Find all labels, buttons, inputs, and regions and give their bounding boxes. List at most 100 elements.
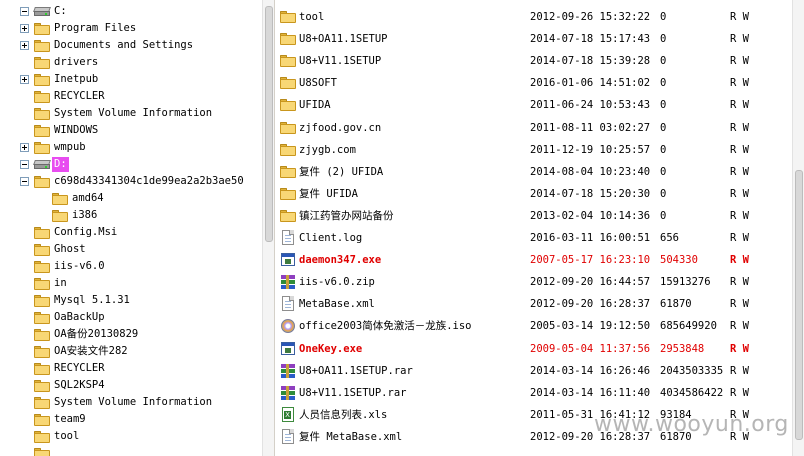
file-name: U8+V11.1SETUP.rar bbox=[299, 386, 407, 399]
folder-icon bbox=[52, 210, 68, 222]
tree-folder-item[interactable]: Documents and Settings bbox=[0, 37, 262, 54]
tree-folder-item[interactable]: SQL2KSP4 bbox=[0, 377, 262, 394]
expand-icon[interactable] bbox=[20, 143, 29, 152]
file-name: 镇江药管办网站备份 bbox=[299, 209, 394, 222]
tree-folder-item[interactable]: team9 bbox=[0, 411, 262, 428]
tree-folder-item[interactable]: OA备份20130829 bbox=[0, 326, 262, 343]
file-attributes: R W bbox=[730, 209, 749, 222]
tree-item-label: team9 bbox=[54, 413, 86, 425]
file-list-row[interactable]: 镇江药管办网站备份 2013-02-04 10:14:36 0 R W bbox=[276, 205, 792, 227]
file-list-row[interactable]: OneKey.exe 2009-05-04 11:37:56 2953848 R W bbox=[276, 338, 792, 360]
tree-folder-item[interactable]: Mysql 5.1.31 bbox=[0, 292, 262, 309]
spreadsheet-icon: X bbox=[280, 406, 296, 423]
tree-folder-item[interactable]: i386 bbox=[0, 207, 262, 224]
file-list-row[interactable]: iis-v6.0.zip 2012-09-20 16:44:57 15913276 R… bbox=[276, 271, 792, 293]
tree-folder-item[interactable]: iis-v6.0 bbox=[0, 258, 262, 275]
tree-folder-item[interactable]: Ghost bbox=[0, 241, 262, 258]
file-list-row[interactable]: tool 2012-09-26 15:32:22 0 R W bbox=[276, 6, 792, 28]
tree-folder-item[interactable]: System Volume Information bbox=[0, 105, 262, 122]
collapse-icon[interactable] bbox=[20, 177, 29, 186]
tree-folder-item[interactable]: Config.Msi bbox=[0, 224, 262, 241]
tree-folder-item[interactable]: OaBackUp bbox=[0, 309, 262, 326]
folder-icon bbox=[280, 97, 296, 113]
file-list-row[interactable]: office2003简体免激活－龙族.iso 2005-03-14 19:12:5… bbox=[276, 315, 792, 337]
file-attributes: R W bbox=[730, 254, 749, 267]
file-attributes: R W bbox=[730, 342, 749, 355]
tree-folder-item[interactable]: wmpub bbox=[0, 139, 262, 156]
tree-item-label bbox=[52, 446, 56, 456]
folder-icon bbox=[34, 74, 50, 86]
tree-item-label: Inetpub bbox=[54, 73, 99, 85]
folder-icon bbox=[34, 23, 50, 35]
tree-folder-item[interactable]: WINDOWS bbox=[0, 122, 262, 139]
file-list-row[interactable]: 复件 (2) UFIDA 2014-08-04 10:23:40 0 R W bbox=[276, 161, 792, 183]
list-scrollbar[interactable] bbox=[792, 0, 804, 456]
tree-item-label: OA备份20130829 bbox=[54, 328, 139, 340]
tree-item-label: Config.Msi bbox=[54, 226, 118, 238]
tree-item-label: System Volume Information bbox=[54, 396, 213, 408]
tree-folder-item[interactable]: RECYCLER bbox=[0, 360, 262, 377]
tree-drive-item[interactable]: C: bbox=[0, 3, 262, 20]
tree-folder-item[interactable]: Program Files bbox=[0, 20, 262, 37]
tree-folder-item[interactable]: tool bbox=[0, 428, 262, 445]
tree-folder-item[interactable]: OA安装文件282 bbox=[0, 343, 262, 360]
tree-folder-item[interactable]: Inetpub bbox=[0, 71, 262, 88]
file-name: OneKey.exe bbox=[299, 342, 363, 355]
file-attributes: R W bbox=[730, 165, 749, 178]
file-size: 685649920 bbox=[660, 320, 717, 333]
file-list-row[interactable]: U8+V11.1SETUP 2014-07-18 15:39:28 0 R W bbox=[276, 50, 792, 72]
document-icon bbox=[280, 428, 296, 445]
tree-item-label: WINDOWS bbox=[54, 124, 99, 136]
file-list-row[interactable]: zjygb.com 2011-12-19 10:25:57 0 R W bbox=[276, 139, 792, 161]
tree-folder-item[interactable]: in bbox=[0, 275, 262, 292]
file-list-row[interactable]: 复件 UFIDA 2014-07-18 15:20:30 0 R W bbox=[276, 183, 792, 205]
tree-folder-item[interactable]: drivers bbox=[0, 54, 262, 71]
file-list-row[interactable]: UFIDA 2011-06-24 10:53:43 0 R W bbox=[276, 94, 792, 116]
tree-item-label: in bbox=[54, 277, 67, 289]
tree-drive-item[interactable]: D: bbox=[0, 156, 262, 173]
file-name: tool bbox=[299, 11, 325, 23]
file-attributes: R W bbox=[730, 232, 749, 244]
file-list-row[interactable]: Client.log 2016-03-11 16:00:51 656 R W bbox=[276, 227, 792, 249]
expand-icon[interactable] bbox=[20, 41, 29, 50]
collapse-icon[interactable] bbox=[20, 7, 29, 16]
file-size: 0 bbox=[660, 77, 667, 90]
tree-folder-item[interactable]: RECYCLER bbox=[0, 88, 262, 105]
file-list-row[interactable]: daemon347.exe 2007-05-17 16:23:10 504330 R … bbox=[276, 249, 792, 271]
folder-icon bbox=[34, 397, 50, 409]
folder-icon bbox=[280, 53, 296, 69]
tree-scrollbar[interactable] bbox=[262, 0, 274, 456]
file-size: 2953848 bbox=[660, 342, 705, 355]
expand-icon[interactable] bbox=[20, 24, 29, 33]
file-attributes: R W bbox=[730, 143, 749, 156]
file-attributes: R W bbox=[730, 298, 749, 311]
file-modified-date: 2014-08-04 10:23:40 bbox=[530, 165, 651, 178]
folder-icon bbox=[34, 261, 50, 273]
file-list-row[interactable]: U8SOFT 2016-01-06 14:51:02 0 R W bbox=[276, 72, 792, 94]
file-modified-date: 2011-08-11 03:02:27 bbox=[530, 121, 651, 134]
tree-item-label: iis-v6.0 bbox=[54, 260, 105, 272]
list-scrollbar-thumb[interactable] bbox=[795, 170, 803, 440]
folder-icon bbox=[34, 329, 50, 341]
tree-scrollbar-thumb[interactable] bbox=[265, 6, 273, 242]
tree-item-label: amd64 bbox=[72, 192, 104, 204]
tree-folder-item[interactable]: System Volume Information bbox=[0, 394, 262, 411]
tree-folder-item[interactable]: amd64 bbox=[0, 190, 262, 207]
collapse-icon[interactable] bbox=[20, 160, 29, 169]
file-list-row[interactable]: U8+OA11.1SETUP.rar 2014-03-14 16:26:46 204… bbox=[276, 360, 792, 382]
file-list-row[interactable]: U8+V11.1SETUP.rar 2014-03-14 16:11:40 4034… bbox=[276, 382, 792, 404]
file-attributes: R W bbox=[730, 77, 749, 90]
file-modified-date: 2014-07-18 15:17:43 bbox=[530, 33, 651, 46]
file-name: UFIDA bbox=[299, 99, 331, 112]
expand-icon[interactable] bbox=[20, 75, 29, 84]
folder-icon bbox=[34, 448, 50, 456]
tree-folder-item[interactable]: c698d43341304c1de99ea2a2b3ae50 bbox=[0, 173, 262, 190]
file-list-row[interactable]: zjfood.gov.cn 2011-08-11 03:02:27 0 R W bbox=[276, 117, 792, 139]
document-icon bbox=[280, 230, 296, 246]
file-size: 15913276 bbox=[660, 276, 711, 289]
file-list-row[interactable]: MetaBase.xml 2012-09-20 16:28:37 61870 R W bbox=[276, 293, 792, 315]
file-name: 复件 MetaBase.xml bbox=[299, 430, 403, 443]
tree-folder-item[interactable] bbox=[0, 445, 262, 456]
file-list-row[interactable]: U8+OA11.1SETUP 2014-07-18 15:17:43 0 R W bbox=[276, 28, 792, 50]
file-name: iis-v6.0.zip bbox=[299, 276, 375, 289]
